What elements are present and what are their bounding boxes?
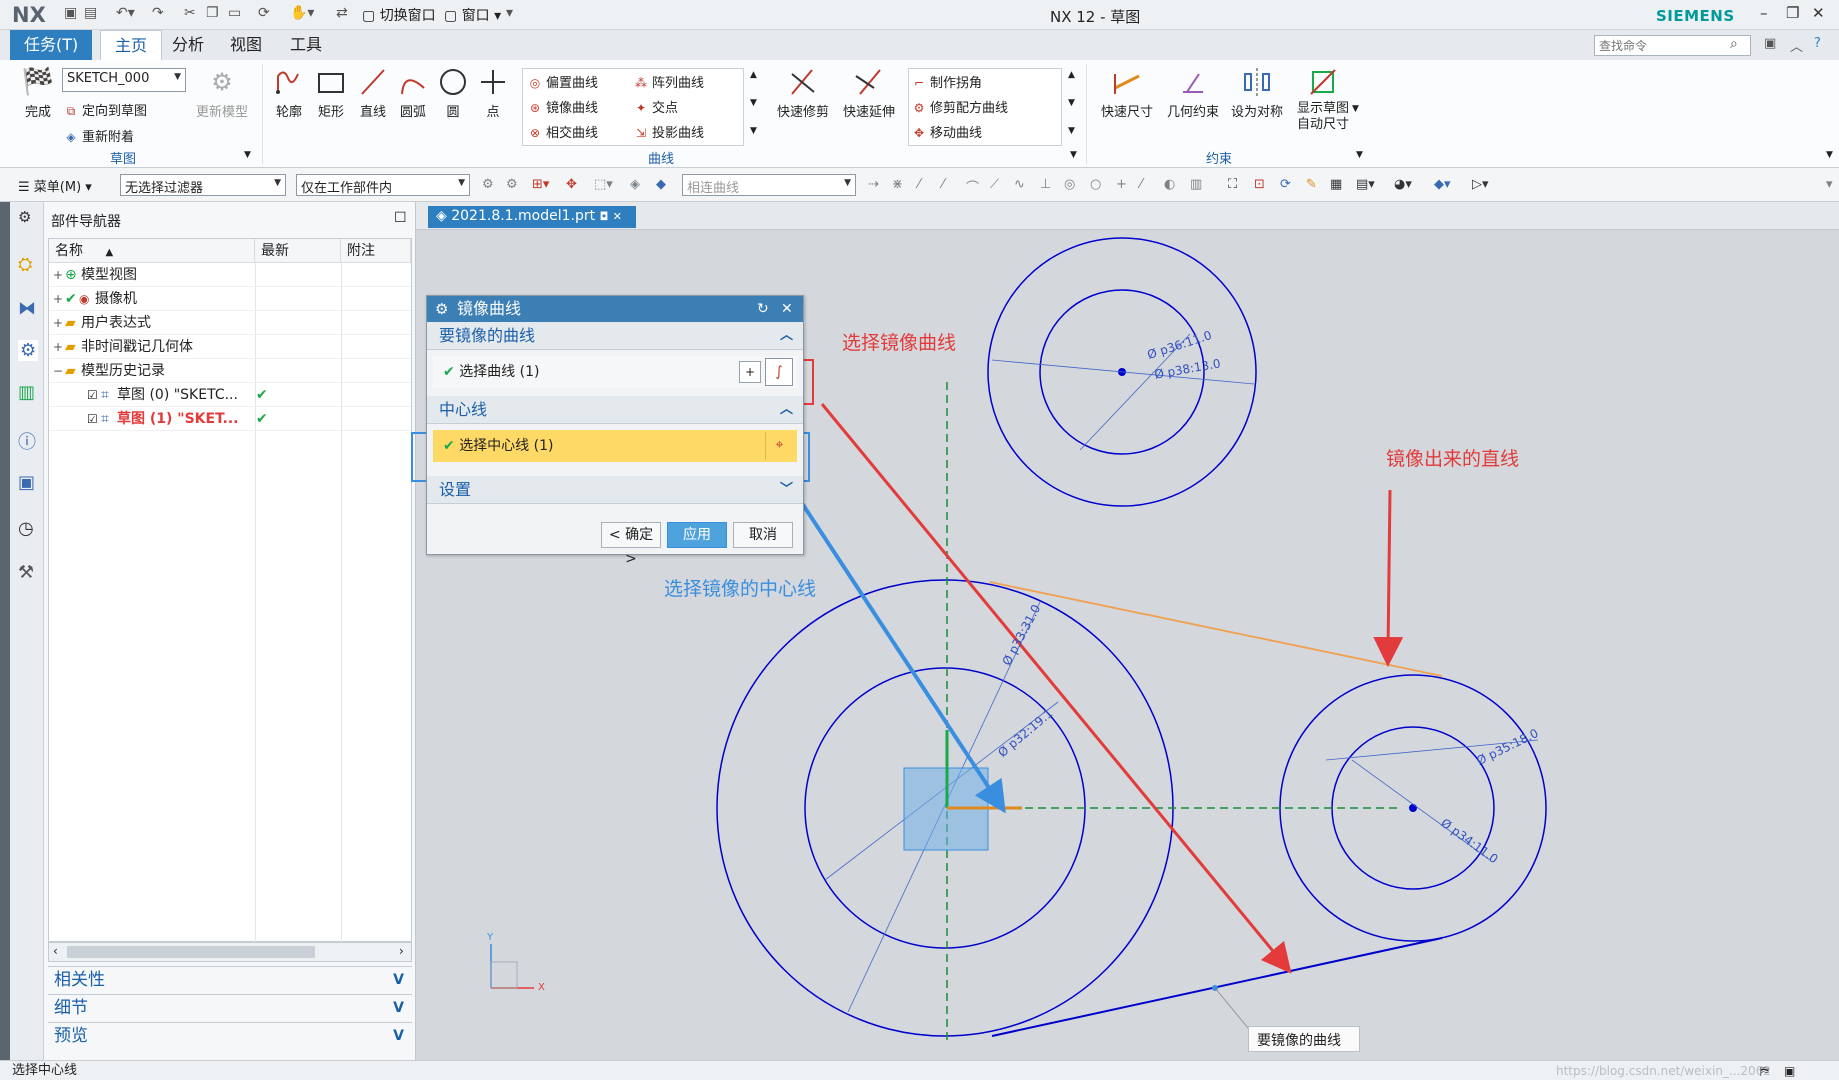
dialog-title: 镜像曲线 — [457, 299, 522, 318]
select-centerline-label: 选择中心线 (1) — [459, 438, 554, 454]
annotation-mirrored-line: 镜像出来的直线 — [1386, 448, 1520, 470]
annotation-select-center-line: 选择镜像的中心线 — [664, 578, 817, 600]
tooltip-leader — [1214, 987, 1249, 1029]
check-icon: ✔ — [443, 438, 455, 454]
mirrored-line[interactable] — [989, 581, 1443, 677]
check-icon: ✔ — [443, 364, 455, 380]
chevron-down-icon: ﹀ — [779, 482, 793, 497]
status-text: 选择中心线 — [12, 1063, 78, 1078]
add-curve-icon[interactable]: + — [739, 361, 761, 383]
reset-icon[interactable]: ↻ — [757, 296, 769, 322]
select-centerline-row[interactable]: ✔ 选择中心线 (1) ⌖ — [433, 430, 797, 462]
ok-button[interactable]: < 确定 > — [601, 522, 661, 567]
tooltip-curve-to-mirror: 要镜像的曲线 — [1248, 1026, 1360, 1052]
sketch-status-icon[interactable]: ⛿ — [1760, 1061, 1769, 1080]
dialog-title-bar[interactable]: ⚙ 镜像曲线 ↻ ✕ — [427, 296, 803, 322]
annotation-select-mirror-curve: 选择镜像曲线 — [842, 332, 957, 354]
gear-icon: ⚙ — [435, 300, 449, 318]
mirror-curve-dialog: ⚙ 镜像曲线 ↻ ✕ 要镜像的曲线 ︿ ✔ 选择曲线 (1) + ∫ 中心线 ︿ ✔… — [426, 295, 804, 567]
close-icon[interactable]: ✕ — [781, 296, 793, 322]
sketch-canvas[interactable] — [0, 0, 1839, 1080]
annotation-arrow-red — [820, 403, 1292, 974]
curve-selector-icon[interactable]: ∫ — [765, 358, 793, 386]
watermark: https://blog.csdn.net/weixin_...2062 — [1556, 1064, 1771, 1078]
annotation-arrow-blue — [790, 486, 1006, 814]
section-centerline[interactable]: 中心线 ︿ — [427, 396, 803, 424]
section-settings[interactable]: 设置 ﹀ — [427, 476, 803, 504]
apply-button[interactable]: 应用 — [667, 522, 727, 548]
chevron-up-icon: ︿ — [779, 328, 793, 343]
status-bar: 选择中心线 https://blog.csdn.net/weixin_...20… — [0, 1060, 1839, 1080]
select-curve-label: 选择曲线 (1) — [459, 364, 540, 380]
section-curve-to-mirror[interactable]: 要镜像的曲线 ︿ — [427, 322, 803, 350]
cancel-button[interactable]: 取消 — [733, 522, 793, 548]
triad-x-label: X — [538, 982, 545, 993]
select-curve-row[interactable]: ✔ 选择曲线 (1) + ∫ — [433, 356, 797, 388]
chevron-up-icon: ︿ — [779, 402, 793, 417]
circle-center-point[interactable] — [1409, 804, 1417, 812]
crosshair-icon[interactable]: ⌖ — [765, 432, 793, 460]
layout-status-icon[interactable]: ▣ — [1784, 1061, 1795, 1080]
triad-y-label: Y — [487, 932, 494, 943]
annotation-arrow-red — [1373, 489, 1404, 667]
triad-plane — [490, 961, 518, 989]
